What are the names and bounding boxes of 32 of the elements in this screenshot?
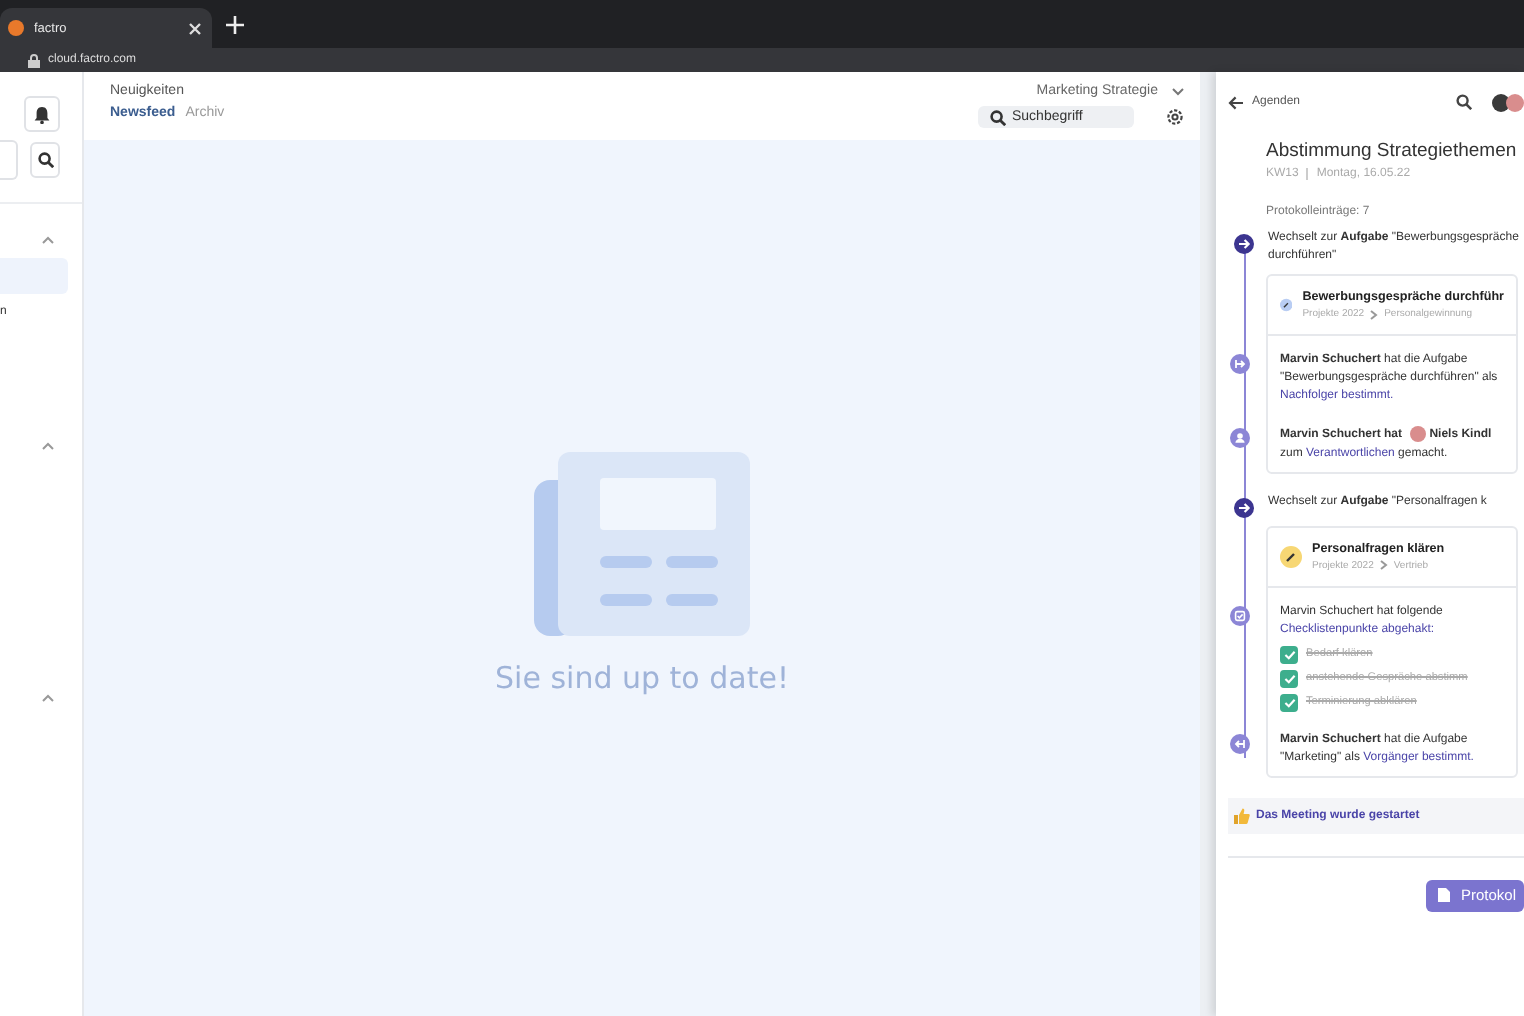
- avatar: [1409, 426, 1426, 442]
- collapse-chevron-icon[interactable]: [42, 442, 54, 450]
- check-icon: [1283, 649, 1295, 660]
- bell-icon: [34, 105, 50, 123]
- favicon-icon: [8, 20, 24, 36]
- checkbox[interactable]: [1280, 669, 1298, 688]
- notifications-button[interactable]: [24, 96, 60, 132]
- search-icon[interactable]: [1456, 94, 1472, 110]
- new-tab-icon[interactable]: [226, 15, 244, 33]
- collapse-chevron-icon[interactable]: [42, 694, 54, 702]
- empty-state-message: Sie sind up to date!: [495, 660, 789, 696]
- checkbox[interactable]: [1280, 645, 1298, 664]
- lock-icon: [28, 53, 40, 67]
- search-icon: [990, 109, 1006, 125]
- check-icon: [1283, 697, 1295, 708]
- document-icon: [1438, 888, 1451, 903]
- chevron-right-icon: [1370, 309, 1379, 319]
- collapse-chevron-icon[interactable]: [42, 236, 54, 244]
- settings-icon[interactable]: [1166, 108, 1184, 126]
- back-arrow-icon: [1228, 95, 1244, 109]
- chevron-right-icon: [1379, 560, 1388, 571]
- checkbox[interactable]: [1280, 693, 1298, 712]
- arrow-circle-icon: [1234, 497, 1254, 518]
- caret-icon: [1172, 87, 1184, 95]
- search-icon: [37, 152, 53, 168]
- close-icon[interactable]: [188, 21, 202, 35]
- meeting-title: Abstimmung Strategiethemen: [1266, 140, 1519, 162]
- search-field[interactable]: [0, 140, 18, 180]
- check-icon: [1283, 673, 1295, 684]
- arrow-circle-icon: [1234, 234, 1254, 254]
- search-button[interactable]: [30, 142, 60, 178]
- thumbs-up-icon: [1234, 807, 1250, 824]
